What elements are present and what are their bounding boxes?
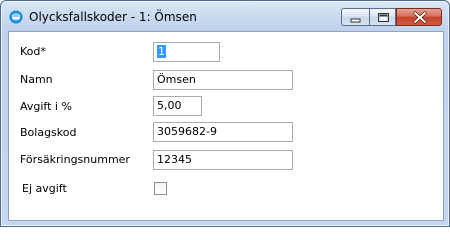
bolagskod-label: Bolagskod (20, 126, 77, 139)
title-bar[interactable]: Olycksfallskoder - 1: Ömsen (1, 1, 449, 31)
close-button[interactable] (396, 8, 442, 26)
app-icon (9, 10, 23, 24)
kod-input[interactable]: 1 (153, 42, 220, 62)
namn-label: Namn (20, 73, 53, 86)
kod-value: 1 (157, 45, 166, 58)
forsakringsnummer-label: Försäkringsnummer (20, 153, 130, 166)
dialog-window: Olycksfallskoder - 1: Ömsen Kod* 1 Namn (0, 0, 450, 227)
ej-avgift-checkbox[interactable] (154, 182, 167, 195)
kod-label: Kod* (20, 45, 46, 58)
namn-input[interactable]: Ömsen (153, 70, 293, 90)
avgift-label: Avgift i % (20, 100, 72, 113)
avgift-input[interactable]: 5,00 (153, 96, 202, 116)
ej-avgift-label: Ej avgift (22, 182, 67, 195)
minimize-icon (350, 18, 361, 23)
forsakringsnummer-input[interactable]: 12345 (153, 150, 293, 170)
bolagskod-input[interactable]: 3059682-9 (153, 122, 293, 142)
form-panel: Kod* 1 Namn Ömsen Avgift i % 5,00 Bolags… (8, 31, 444, 221)
window-title: Olycksfallskoder - 1: Ömsen (29, 10, 197, 24)
close-icon (413, 11, 427, 24)
maximize-icon (378, 13, 389, 22)
maximize-button[interactable] (369, 8, 396, 26)
minimize-button[interactable] (341, 8, 369, 26)
